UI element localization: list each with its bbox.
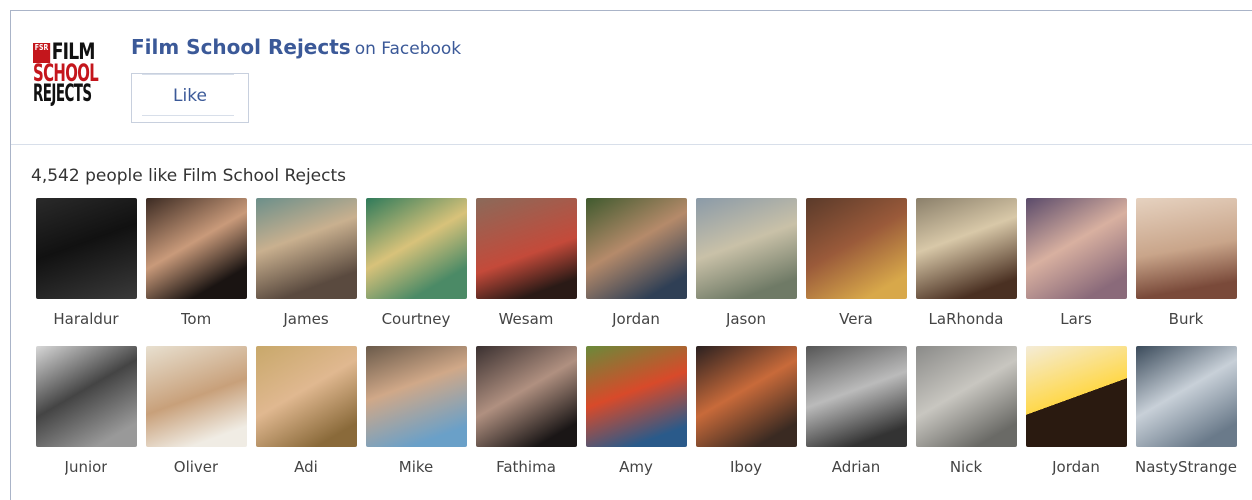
fan-avatar[interactable] bbox=[35, 198, 137, 299]
fan-face[interactable]: Lars bbox=[1021, 198, 1131, 346]
fan-face[interactable]: Tom bbox=[141, 198, 251, 346]
fan-face[interactable]: Mike bbox=[361, 346, 471, 494]
fan-faces-grid: Haraldur Tom James Courtney Wesam Jordan Jason… bbox=[31, 198, 1251, 494]
fan-avatar[interactable] bbox=[145, 198, 247, 299]
fan-name[interactable]: Wesam bbox=[499, 310, 554, 328]
facebook-like-box: FSR FILM SCHOOL REJECTS Film School Reje… bbox=[10, 10, 1252, 500]
fan-face[interactable]: Fathima bbox=[471, 346, 581, 494]
fan-face[interactable]: Courtney bbox=[361, 198, 471, 346]
fan-face[interactable]: Wesam bbox=[471, 198, 581, 346]
faces-row: Junior Oliver Adi Mike Fathima Amy Iboy Adrian N… bbox=[31, 346, 1251, 494]
fan-avatar[interactable] bbox=[915, 346, 1017, 447]
fan-avatar[interactable] bbox=[365, 346, 467, 447]
fan-avatar[interactable] bbox=[255, 198, 357, 299]
like-box-header: FSR FILM SCHOOL REJECTS Film School Reje… bbox=[11, 11, 1252, 145]
fan-name[interactable]: Jason bbox=[726, 310, 766, 328]
fan-avatar[interactable] bbox=[695, 346, 797, 447]
fan-face[interactable]: Vera bbox=[801, 198, 911, 346]
fan-avatar[interactable] bbox=[145, 346, 247, 447]
fan-face[interactable]: Haraldur bbox=[31, 198, 141, 346]
fan-avatar[interactable] bbox=[365, 198, 467, 299]
fan-name[interactable]: Junior bbox=[65, 458, 108, 476]
fan-avatar[interactable] bbox=[695, 198, 797, 299]
on-facebook-link[interactable]: on Facebook bbox=[355, 39, 461, 59]
fan-name[interactable]: LaRhonda bbox=[929, 310, 1004, 328]
fan-name[interactable]: Courtney bbox=[382, 310, 451, 328]
like-button-label: Like bbox=[173, 86, 207, 106]
logo-word-3: REJECTS bbox=[33, 79, 92, 107]
fan-avatar[interactable] bbox=[1135, 346, 1237, 447]
fan-name[interactable]: Haraldur bbox=[53, 310, 118, 328]
fan-name[interactable]: Burk bbox=[1169, 310, 1204, 328]
fan-face[interactable]: Junior bbox=[31, 346, 141, 494]
fan-avatar[interactable] bbox=[585, 346, 687, 447]
fan-name[interactable]: Oliver bbox=[174, 458, 218, 476]
fan-name[interactable]: Adi bbox=[294, 458, 318, 476]
fan-name[interactable]: Lars bbox=[1060, 310, 1092, 328]
fan-avatar[interactable] bbox=[805, 346, 907, 447]
fan-avatar[interactable] bbox=[475, 346, 577, 447]
likes-count: 4,542 people like Film School Rejects bbox=[31, 166, 346, 186]
fan-face[interactable]: NastyStrange bbox=[1131, 346, 1241, 494]
fan-avatar[interactable] bbox=[1135, 198, 1237, 299]
fan-name[interactable]: Jordan bbox=[1052, 458, 1100, 476]
fan-face[interactable]: Burk bbox=[1131, 198, 1241, 346]
fan-avatar[interactable] bbox=[1025, 346, 1127, 447]
fan-name[interactable]: Iboy bbox=[730, 458, 762, 476]
fan-face[interactable]: Jordan bbox=[1021, 346, 1131, 494]
page-title: Film School Rejects on Facebook bbox=[131, 35, 461, 59]
fan-face[interactable]: Nick bbox=[911, 346, 1021, 494]
faces-row: Haraldur Tom James Courtney Wesam Jordan Jason… bbox=[31, 198, 1251, 346]
like-button[interactable]: Like bbox=[131, 73, 249, 123]
page-name-link[interactable]: Film School Rejects bbox=[131, 35, 351, 59]
fan-avatar[interactable] bbox=[915, 198, 1017, 299]
fan-face[interactable]: James bbox=[251, 198, 361, 346]
fan-avatar[interactable] bbox=[585, 198, 687, 299]
fan-face[interactable]: Oliver bbox=[141, 346, 251, 494]
fan-avatar[interactable] bbox=[1025, 198, 1127, 299]
fan-name[interactable]: Adrian bbox=[832, 458, 881, 476]
fan-name[interactable]: Jordan bbox=[612, 310, 660, 328]
fan-name[interactable]: NastyStrange bbox=[1135, 458, 1237, 476]
fan-face[interactable]: Amy bbox=[581, 346, 691, 494]
fan-name[interactable]: James bbox=[283, 310, 328, 328]
fan-avatar[interactable] bbox=[805, 198, 907, 299]
page-logo[interactable]: FSR FILM SCHOOL REJECTS bbox=[33, 33, 109, 113]
fan-face[interactable]: Jason bbox=[691, 198, 801, 346]
fan-name[interactable]: Mike bbox=[399, 458, 434, 476]
fan-face[interactable]: Iboy bbox=[691, 346, 801, 494]
fan-avatar[interactable] bbox=[35, 346, 137, 447]
fan-name[interactable]: Fathima bbox=[496, 458, 556, 476]
fan-face[interactable]: Jordan bbox=[581, 198, 691, 346]
fan-name[interactable]: Amy bbox=[619, 458, 653, 476]
fan-name[interactable]: Vera bbox=[839, 310, 873, 328]
fan-face[interactable]: LaRhonda bbox=[911, 198, 1021, 346]
fan-face[interactable]: Adrian bbox=[801, 346, 911, 494]
fan-name[interactable]: Tom bbox=[181, 310, 211, 328]
fan-face[interactable]: Adi bbox=[251, 346, 361, 494]
fan-avatar[interactable] bbox=[255, 346, 357, 447]
fan-name[interactable]: Nick bbox=[950, 458, 982, 476]
fan-avatar[interactable] bbox=[475, 198, 577, 299]
